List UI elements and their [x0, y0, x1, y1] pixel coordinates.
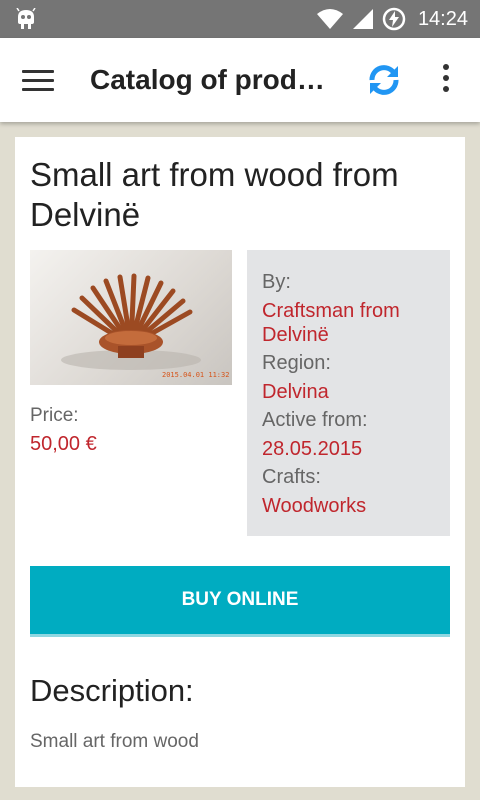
cell-signal-icon: [352, 9, 373, 29]
price-value: 50,00 €: [30, 433, 97, 455]
active-from-value: 28.05.2015: [262, 438, 363, 460]
android-notification-icon: [16, 8, 36, 29]
region-link[interactable]: Delvina: [262, 380, 436, 404]
region-label: Region:: [262, 352, 331, 374]
product-card: Small art from wood from Delvinë 2015.04…: [15, 137, 465, 787]
status-bar: 14:24: [0, 0, 480, 38]
page-title: Catalog of produ…: [90, 64, 340, 95]
price-label: Price:: [30, 405, 79, 426]
active-from-label: Active from:: [262, 409, 368, 431]
buy-online-button[interactable]: BUY ONLINE: [30, 566, 450, 637]
craftsman-link[interactable]: Craftsman from Delvinë: [262, 299, 436, 347]
crafts-link[interactable]: Woodworks: [262, 494, 436, 518]
description-heading: Description:: [30, 673, 194, 708]
product-info-panel: By: Craftsman from Delvinë Region: Delvi…: [247, 250, 450, 536]
battery-charging-icon: [382, 7, 406, 31]
wooden-basket-image: 2015.04.01 11:32: [61, 273, 229, 379]
refresh-icon[interactable]: [364, 60, 404, 100]
product-title: Small art from wood from Delvinë: [30, 156, 399, 233]
app-bar: Catalog of produ…: [0, 38, 480, 122]
wifi-icon: [316, 9, 343, 29]
photo-date-stamp: 2015.04.01 11:32: [162, 371, 229, 379]
crafts-label: Crafts:: [262, 466, 321, 488]
description-text: Small art from wood: [30, 731, 199, 752]
product-photo[interactable]: 2015.04.01 11:32: [30, 250, 232, 385]
hamburger-menu-icon[interactable]: [22, 66, 58, 94]
more-vert-icon[interactable]: [438, 64, 454, 96]
by-label: By:: [262, 271, 291, 293]
status-time: 14:24: [417, 7, 468, 30]
